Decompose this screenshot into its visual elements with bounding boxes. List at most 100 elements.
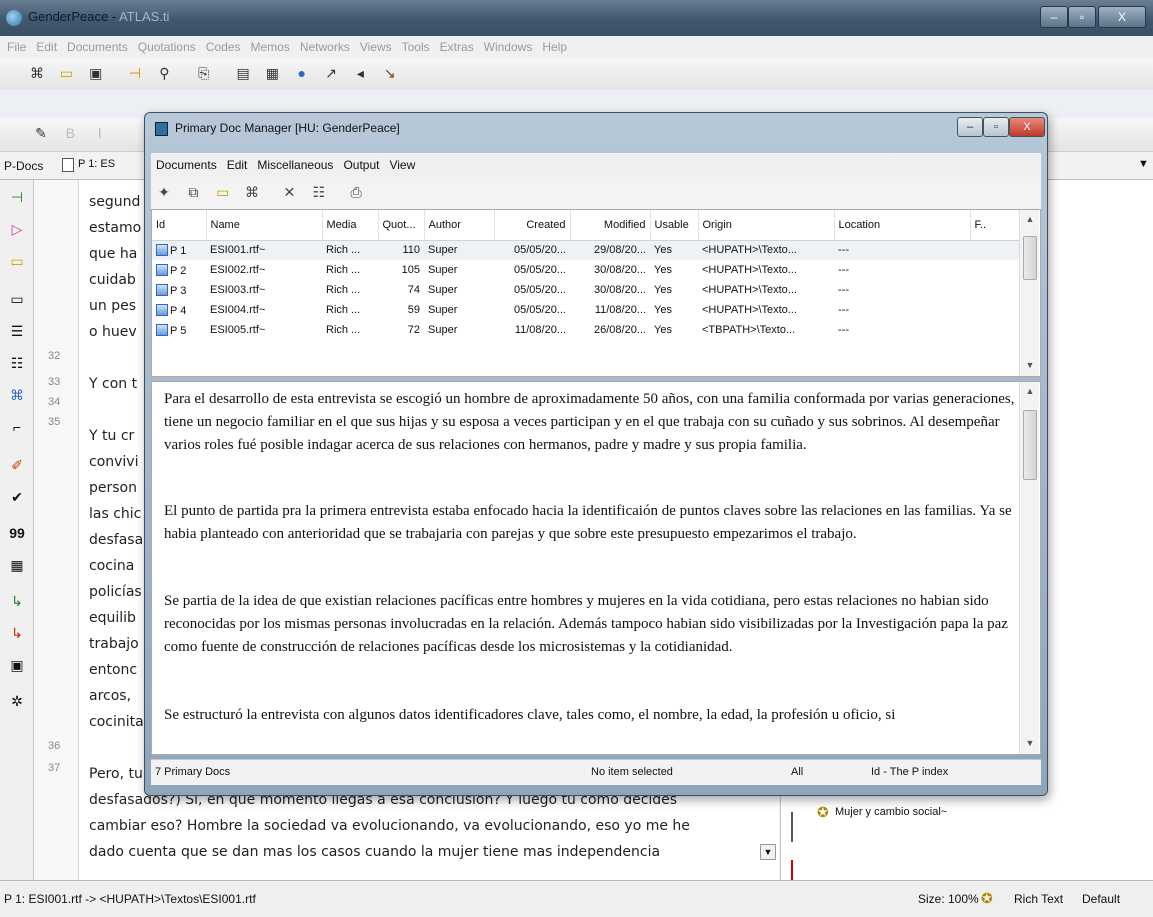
column-header-location[interactable]: Location (834, 210, 971, 241)
network-icon[interactable]: ⌘ (6, 384, 28, 406)
menu-documents[interactable]: Documents (62, 36, 133, 58)
minimize-button[interactable]: – (1040, 6, 1068, 28)
check-icon[interactable]: ✔ (6, 486, 28, 508)
document-preview[interactable]: Para el desarrollo de esta entrevista se… (151, 381, 1041, 755)
window-icon[interactable]: ▭ (6, 250, 28, 272)
menu-windows[interactable]: Windows (479, 36, 538, 58)
table-row[interactable]: P 1 ESI001.rtf~ Rich ... 110 Super 05/05… (152, 240, 1020, 260)
globe-icon[interactable]: ● (291, 62, 313, 84)
sort-status: Id - The P index (871, 766, 949, 778)
menu-help[interactable]: Help (537, 36, 572, 58)
delete-icon[interactable]: ✕ (278, 181, 300, 203)
back-arrow-icon[interactable]: ◂ (349, 62, 371, 84)
outline-icon[interactable]: ☷ (6, 352, 28, 374)
copy-icon[interactable]: ⧉ (182, 181, 204, 203)
bold-icon[interactable]: B (59, 122, 81, 144)
scroll-thumb[interactable] (1023, 410, 1037, 480)
menu-views[interactable]: Views (355, 36, 397, 58)
column-header-created[interactable]: Created (494, 210, 571, 241)
rich-text-doc-icon (156, 263, 168, 276)
gear-icon[interactable]: ✲ (6, 690, 28, 712)
dialog-menu-edit[interactable]: Edit (222, 153, 253, 177)
code-in-vivo-icon[interactable]: ⊣ (6, 186, 28, 208)
table-scrollbar[interactable]: ▲ ▼ (1019, 210, 1039, 376)
scroll-up-icon[interactable]: ▲ (1023, 384, 1037, 398)
column-header-quotations[interactable]: Quot... (378, 210, 425, 241)
chevron-down-icon[interactable]: ▼ (1138, 158, 1149, 170)
binoculars-icon[interactable]: ⚲ (153, 62, 175, 84)
dialog-menu-miscellaneous[interactable]: Miscellaneous (252, 153, 338, 177)
left-toolbar: ⊣ ▷ ▭ ▭ ☰ ☷ ⌘ ⌐ ✐ ✔ 99 ▦ ↳ ↳ ▣ ✲ (0, 180, 34, 880)
menu-tools[interactable]: Tools (397, 36, 435, 58)
list-view-icon[interactable]: ☷ (308, 181, 330, 203)
window-icon[interactable]: ▭ (212, 181, 234, 203)
pen-icon[interactable]: ✎ (30, 122, 52, 144)
list-icon[interactable]: ☰ (6, 320, 28, 342)
wand-icon[interactable]: ↗ (320, 62, 342, 84)
row-name: ESI005.rtf~ (210, 324, 266, 336)
primary-doc-manager-dialog: Primary Doc Manager [HU: GenderPeace] – … (144, 112, 1048, 796)
network-icon[interactable]: ⌘ (241, 181, 263, 203)
editor-line: cambiar eso? Hombre la sociedad va evolu… (89, 818, 690, 834)
table-icon[interactable]: ▦ (6, 554, 28, 576)
menu-edit[interactable]: Edit (31, 36, 62, 58)
scroll-thumb[interactable] (1023, 236, 1037, 280)
dialog-menu-documents[interactable]: Documents (151, 153, 222, 177)
window-icon[interactable]: ▭ (55, 62, 77, 84)
row-author: Super (428, 304, 458, 316)
dialog-minimize-button[interactable]: – (957, 117, 983, 137)
pdocs-current-doc[interactable]: P 1: ES (78, 158, 115, 170)
column-header-usable[interactable]: Usable (650, 210, 699, 241)
table-row[interactable]: P 3 ESI003.rtf~ Rich ... 74 Super 05/05/… (152, 280, 1020, 300)
table-row[interactable]: P 2 ESI002.rtf~ Rich ... 105 Super 05/05… (152, 260, 1020, 280)
export-icon[interactable]: ⎙ (345, 181, 367, 203)
rectangle-icon[interactable]: ▭ (6, 288, 28, 310)
unlink-icon[interactable]: ↳ (6, 622, 28, 644)
add-code-icon[interactable]: ⊣ (124, 62, 146, 84)
quote-icon[interactable]: 99 (6, 522, 28, 544)
preview-scrollbar[interactable]: ▲ ▼ (1019, 382, 1039, 754)
dialog-maximize-button[interactable]: ▫ (983, 117, 1009, 137)
open-folder-icon[interactable]: ⎘ (193, 62, 215, 84)
open-quote-icon[interactable]: ▷ (6, 218, 28, 240)
column-header-id[interactable]: Id (152, 210, 207, 241)
code-label[interactable]: Mujer y cambio social~ (835, 806, 947, 818)
save-icon[interactable]: ▣ (85, 62, 107, 84)
marker-icon[interactable]: ✐ (6, 454, 28, 476)
code-link-icon[interactable]: ↳ (6, 590, 28, 612)
menu-file[interactable]: File (2, 36, 31, 58)
menu-codes[interactable]: Codes (201, 36, 246, 58)
column-header-modified[interactable]: Modified (570, 210, 651, 241)
table-row[interactable]: P 4 ESI004.rtf~ Rich ... 59 Super 05/05/… (152, 300, 1020, 320)
scroll-down-button[interactable]: ▼ (760, 844, 776, 860)
scroll-down-icon[interactable]: ▼ (1023, 358, 1037, 372)
new-document-icon[interactable]: ✦ (153, 181, 175, 203)
dialog-close-button[interactable]: X (1009, 117, 1045, 137)
maximize-button[interactable]: ▫ (1068, 6, 1096, 28)
table-row[interactable]: P 5 ESI005.rtf~ Rich ... 72 Super 11/08/… (152, 320, 1020, 340)
column-header-name[interactable]: Name (206, 210, 323, 241)
menu-extras[interactable]: Extras (435, 36, 479, 58)
dialog-menu-output[interactable]: Output (338, 153, 384, 177)
line-number: 34 (48, 396, 61, 408)
dialog-menu-view[interactable]: View (384, 153, 420, 177)
preview-paragraph: Se partia de la idea de que existian rel… (164, 593, 1008, 655)
row-id: P 2 (170, 264, 187, 277)
forward-arrow-icon[interactable]: ↘ (379, 62, 401, 84)
scroll-up-icon[interactable]: ▲ (1023, 212, 1037, 226)
column-header-media[interactable]: Media (322, 210, 379, 241)
network-icon[interactable]: ⌘ (26, 62, 48, 84)
grid-icon[interactable]: ▦ (261, 62, 283, 84)
menu-quotations[interactable]: Quotations (133, 36, 201, 58)
italic-icon[interactable]: I (89, 122, 111, 144)
column-header-origin[interactable]: Origin (698, 210, 835, 241)
scroll-down-icon[interactable]: ▼ (1023, 736, 1037, 750)
column-header-author[interactable]: Author (424, 210, 495, 241)
menu-memos[interactable]: Memos (245, 36, 294, 58)
column-header-f[interactable]: F.. (970, 210, 1021, 241)
properties-icon[interactable]: ▤ (232, 62, 254, 84)
link-icon[interactable]: ⌐ (6, 416, 28, 438)
menu-networks[interactable]: Networks (295, 36, 355, 58)
frame-icon[interactable]: ▣ (6, 654, 28, 676)
close-button[interactable]: X (1098, 6, 1146, 28)
